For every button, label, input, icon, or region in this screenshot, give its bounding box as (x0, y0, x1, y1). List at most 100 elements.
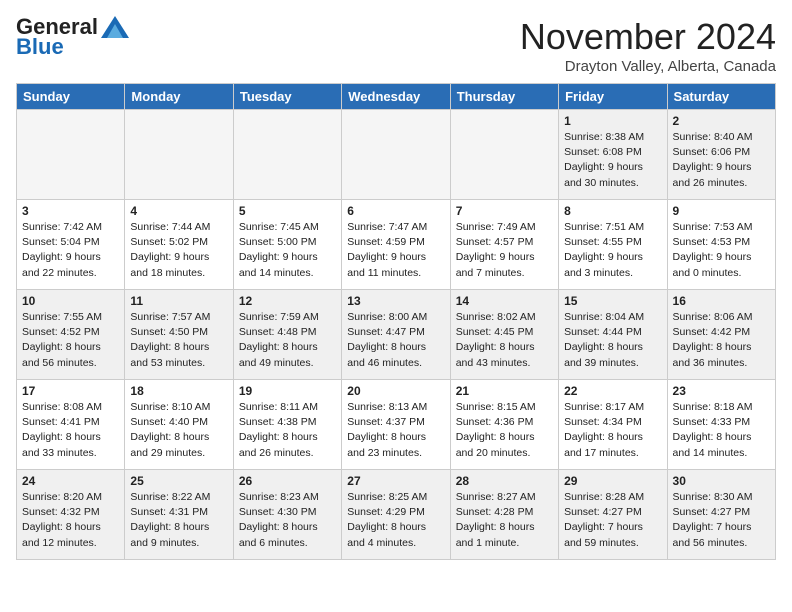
day-info: Sunrise: 8:10 AMSunset: 4:40 PMDaylight:… (130, 400, 227, 461)
calendar-cell: 18 Sunrise: 8:10 AMSunset: 4:40 PMDayligh… (125, 380, 233, 470)
day-info: Sunrise: 8:13 AMSunset: 4:37 PMDaylight:… (347, 400, 444, 461)
day-number: 12 (239, 294, 336, 308)
day-number: 11 (130, 294, 227, 308)
day-info: Sunrise: 7:51 AMSunset: 4:55 PMDaylight:… (564, 220, 661, 281)
day-info: Sunrise: 8:02 AMSunset: 4:45 PMDaylight:… (456, 310, 553, 371)
day-number: 4 (130, 204, 227, 218)
calendar-cell: 1Sunrise: 8:38 AMSunset: 6:08 PMDaylight… (559, 110, 667, 200)
day-info: Sunrise: 8:04 AMSunset: 4:44 PMDaylight:… (564, 310, 661, 371)
day-number: 1 (564, 114, 661, 128)
calendar-cell: 6 Sunrise: 7:47 AMSunset: 4:59 PMDaylight… (342, 200, 450, 290)
day-info: Sunrise: 8:30 AMSunset: 4:27 PMDaylight:… (673, 490, 770, 551)
calendar-cell: 24 Sunrise: 8:20 AMSunset: 4:32 PMDayligh… (17, 470, 125, 560)
calendar-cell: 14 Sunrise: 8:02 AMSunset: 4:45 PMDayligh… (450, 290, 558, 380)
day-info: Sunrise: 7:44 AMSunset: 5:02 PMDaylight:… (130, 220, 227, 281)
month-title: November 2024 (520, 16, 776, 58)
calendar-cell: 23Sunrise: 8:18 AMSunset: 4:33 PMDayligh… (667, 380, 775, 470)
weekday-header-row: SundayMondayTuesdayWednesdayThursdayFrid… (17, 84, 776, 110)
calendar-cell: 19 Sunrise: 8:11 AMSunset: 4:38 PMDayligh… (233, 380, 341, 470)
weekday-header-saturday: Saturday (667, 84, 775, 110)
day-number: 2 (673, 114, 770, 128)
calendar-cell: 13 Sunrise: 8:00 AMSunset: 4:47 PMDayligh… (342, 290, 450, 380)
day-number: 15 (564, 294, 661, 308)
calendar-cell: 29 Sunrise: 8:28 AMSunset: 4:27 PMDayligh… (559, 470, 667, 560)
calendar-cell: 15 Sunrise: 8:04 AMSunset: 4:44 PMDayligh… (559, 290, 667, 380)
day-number: 5 (239, 204, 336, 218)
day-info: Sunrise: 8:06 AMSunset: 4:42 PMDaylight:… (673, 310, 770, 371)
weekday-header-monday: Monday (125, 84, 233, 110)
calendar-cell: 17Sunrise: 8:08 AMSunset: 4:41 PMDayligh… (17, 380, 125, 470)
calendar-cell: 7 Sunrise: 7:49 AMSunset: 4:57 PMDaylight… (450, 200, 558, 290)
day-number: 24 (22, 474, 119, 488)
weekday-header-thursday: Thursday (450, 84, 558, 110)
day-number: 27 (347, 474, 444, 488)
day-info: Sunrise: 8:27 AMSunset: 4:28 PMDaylight:… (456, 490, 553, 551)
day-number: 25 (130, 474, 227, 488)
calendar-cell (233, 110, 341, 200)
day-info: Sunrise: 8:08 AMSunset: 4:41 PMDaylight:… (22, 400, 119, 461)
calendar-cell: 21Sunrise: 8:15 AMSunset: 4:36 PMDayligh… (450, 380, 558, 470)
day-number: 18 (130, 384, 227, 398)
day-info: Sunrise: 8:00 AMSunset: 4:47 PMDaylight:… (347, 310, 444, 371)
day-info: Sunrise: 8:22 AMSunset: 4:31 PMDaylight:… (130, 490, 227, 551)
day-number: 10 (22, 294, 119, 308)
day-info: Sunrise: 7:49 AMSunset: 4:57 PMDaylight:… (456, 220, 553, 281)
calendar-cell: 27 Sunrise: 8:25 AMSunset: 4:29 PMDayligh… (342, 470, 450, 560)
title-block: November 2024 Drayton Valley, Alberta, C… (520, 16, 776, 75)
day-info: Sunrise: 8:17 AMSunset: 4:34 PMDaylight:… (564, 400, 661, 461)
day-info: Sunrise: 7:59 AMSunset: 4:48 PMDaylight:… (239, 310, 336, 371)
calendar-cell: 3 Sunrise: 7:42 AMSunset: 5:04 PMDaylight… (17, 200, 125, 290)
calendar-cell: 5Sunrise: 7:45 AMSunset: 5:00 PMDaylight… (233, 200, 341, 290)
day-number: 22 (564, 384, 661, 398)
calendar-week-4: 17Sunrise: 8:08 AMSunset: 4:41 PMDayligh… (17, 380, 776, 470)
calendar-cell: 11Sunrise: 7:57 AMSunset: 4:50 PMDayligh… (125, 290, 233, 380)
calendar-cell: 2 Sunrise: 8:40 AMSunset: 6:06 PMDaylight… (667, 110, 775, 200)
day-number: 3 (22, 204, 119, 218)
logo-blue-text: Blue (16, 36, 64, 58)
day-number: 7 (456, 204, 553, 218)
logo-icon (101, 16, 129, 38)
calendar-week-1: 1Sunrise: 8:38 AMSunset: 6:08 PMDaylight… (17, 110, 776, 200)
day-number: 16 (673, 294, 770, 308)
page-header: General Blue November 2024 Drayton Valle… (16, 16, 776, 75)
calendar-week-2: 3 Sunrise: 7:42 AMSunset: 5:04 PMDaylight… (17, 200, 776, 290)
day-info: Sunrise: 8:20 AMSunset: 4:32 PMDaylight:… (22, 490, 119, 551)
weekday-header-sunday: Sunday (17, 84, 125, 110)
day-number: 9 (673, 204, 770, 218)
day-info: Sunrise: 7:53 AMSunset: 4:53 PMDaylight:… (673, 220, 770, 281)
calendar-cell (17, 110, 125, 200)
day-info: Sunrise: 8:23 AMSunset: 4:30 PMDaylight:… (239, 490, 336, 551)
day-number: 6 (347, 204, 444, 218)
day-info: Sunrise: 8:11 AMSunset: 4:38 PMDaylight:… (239, 400, 336, 461)
day-info: Sunrise: 7:47 AMSunset: 4:59 PMDaylight:… (347, 220, 444, 281)
calendar-cell: 10 Sunrise: 7:55 AMSunset: 4:52 PMDayligh… (17, 290, 125, 380)
day-number: 13 (347, 294, 444, 308)
calendar-cell: 4 Sunrise: 7:44 AMSunset: 5:02 PMDaylight… (125, 200, 233, 290)
weekday-header-friday: Friday (559, 84, 667, 110)
calendar-cell: 28 Sunrise: 8:27 AMSunset: 4:28 PMDayligh… (450, 470, 558, 560)
calendar-cell: 16 Sunrise: 8:06 AMSunset: 4:42 PMDayligh… (667, 290, 775, 380)
day-number: 28 (456, 474, 553, 488)
calendar-cell: 22 Sunrise: 8:17 AMSunset: 4:34 PMDayligh… (559, 380, 667, 470)
weekday-header-wednesday: Wednesday (342, 84, 450, 110)
day-number: 20 (347, 384, 444, 398)
calendar-cell: 26Sunrise: 8:23 AMSunset: 4:30 PMDayligh… (233, 470, 341, 560)
calendar-cell: 30Sunrise: 8:30 AMSunset: 4:27 PMDayligh… (667, 470, 775, 560)
day-number: 8 (564, 204, 661, 218)
day-number: 19 (239, 384, 336, 398)
calendar-week-3: 10 Sunrise: 7:55 AMSunset: 4:52 PMDayligh… (17, 290, 776, 380)
day-info: Sunrise: 8:40 AMSunset: 6:06 PMDaylight:… (673, 130, 770, 191)
calendar-cell: 8 Sunrise: 7:51 AMSunset: 4:55 PMDaylight… (559, 200, 667, 290)
day-info: Sunrise: 7:55 AMSunset: 4:52 PMDaylight:… (22, 310, 119, 371)
calendar-cell (125, 110, 233, 200)
day-number: 29 (564, 474, 661, 488)
logo: General Blue (16, 16, 129, 58)
calendar-cell: 9 Sunrise: 7:53 AMSunset: 4:53 PMDaylight… (667, 200, 775, 290)
day-info: Sunrise: 8:25 AMSunset: 4:29 PMDaylight:… (347, 490, 444, 551)
calendar-cell (450, 110, 558, 200)
day-info: Sunrise: 8:28 AMSunset: 4:27 PMDaylight:… (564, 490, 661, 551)
weekday-header-tuesday: Tuesday (233, 84, 341, 110)
day-number: 14 (456, 294, 553, 308)
day-info: Sunrise: 7:42 AMSunset: 5:04 PMDaylight:… (22, 220, 119, 281)
calendar-cell: 12 Sunrise: 7:59 AMSunset: 4:48 PMDayligh… (233, 290, 341, 380)
